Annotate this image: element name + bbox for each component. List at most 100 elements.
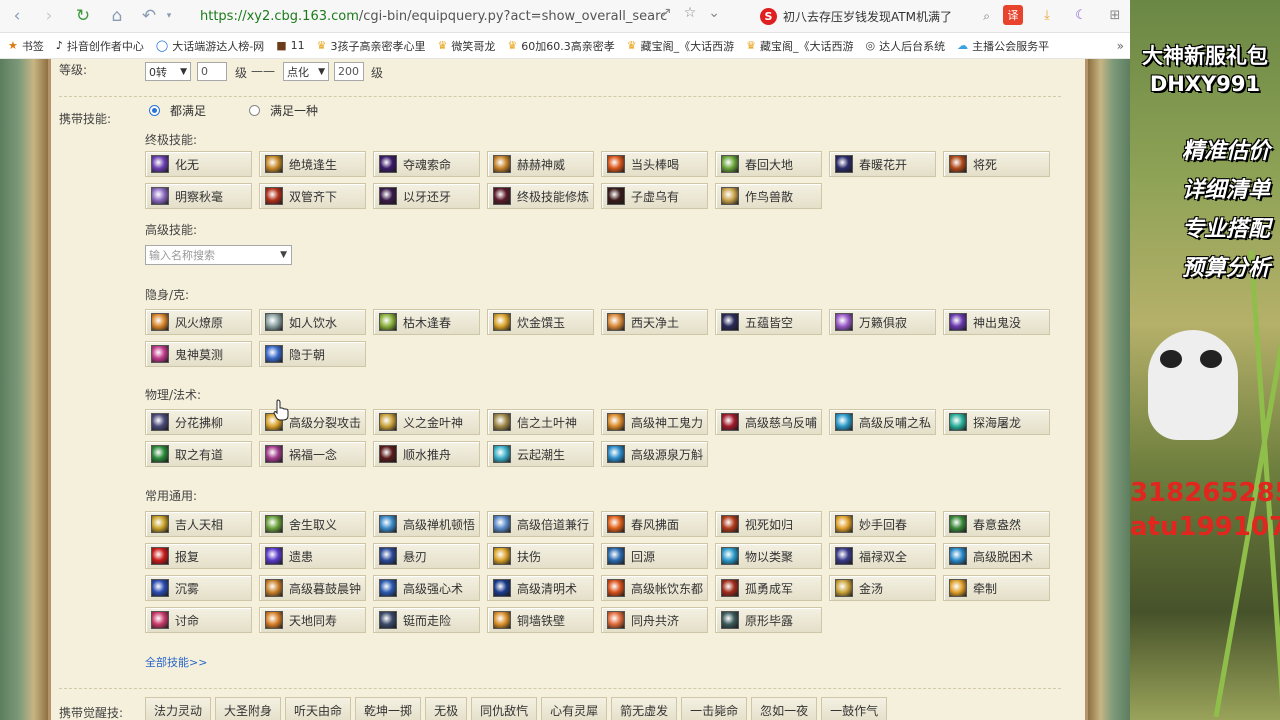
awaken-skill-button[interactable]: 箭无虚发 (611, 697, 678, 720)
skill-button[interactable]: 高级反哺之私 (829, 409, 936, 435)
bookmark-item[interactable]: ◎ 达人后台系统 (865, 38, 945, 54)
skill-button[interactable]: 春暖花开 (829, 151, 936, 177)
skill-button[interactable]: 高级脱困术 (943, 543, 1050, 569)
share-icon[interactable]: ↗ (660, 5, 672, 21)
awaken-skill-button[interactable]: 忽如一夜 (751, 697, 818, 720)
skill-button[interactable]: 隐于朝 (259, 341, 366, 367)
skill-button[interactable]: 物以类聚 (715, 543, 822, 569)
skill-button[interactable]: 顺水推舟 (373, 441, 480, 467)
skill-button[interactable]: 绝境逢生 (259, 151, 366, 177)
skill-button[interactable]: 同舟共济 (601, 607, 708, 633)
skill-button[interactable]: 高级帐饮东都 (601, 575, 708, 601)
skill-button[interactable]: 讨命 (145, 607, 252, 633)
undo-dropdown-icon[interactable]: ▾ (154, 1, 184, 31)
search-icon[interactable]: ⌕ (983, 9, 990, 24)
skill-button[interactable]: 万籁俱寂 (829, 309, 936, 335)
skill-button[interactable]: 高级强心术 (373, 575, 480, 601)
skill-button[interactable]: 子虚乌有 (601, 183, 708, 209)
skill-button[interactable]: 沉雾 (145, 575, 252, 601)
skill-button[interactable]: 神出鬼没 (943, 309, 1050, 335)
skill-button[interactable]: 悬刃 (373, 543, 480, 569)
awaken-skill-button[interactable]: 一鼓作气 (821, 697, 888, 720)
star-icon[interactable]: ☆ (684, 5, 697, 21)
bookmark-item[interactable]: ♛ 藏宝阁_《大话西游 (746, 38, 853, 54)
skill-button[interactable]: 祸福一念 (259, 441, 366, 467)
level-min-input[interactable]: 0 (197, 62, 227, 81)
match-all-radio[interactable]: 都满足 (149, 102, 206, 119)
skill-button[interactable]: 云起潮生 (487, 441, 594, 467)
skill-button[interactable]: 遗患 (259, 543, 366, 569)
skill-button[interactable]: 双管齐下 (259, 183, 366, 209)
skill-button[interactable]: 探海屠龙 (943, 409, 1050, 435)
level-max-input[interactable]: 200 (334, 62, 364, 81)
skill-button[interactable]: 高级源泉万斛 (601, 441, 708, 467)
skill-button[interactable]: 终极技能修炼 (487, 183, 594, 209)
skill-button[interactable]: 福禄双全 (829, 543, 936, 569)
skill-button[interactable]: 高级清明术 (487, 575, 594, 601)
awaken-skill-button[interactable]: 心有灵犀 (541, 697, 608, 720)
skill-button[interactable]: 扶伤 (487, 543, 594, 569)
skill-button[interactable]: 高级禅机顿悟 (373, 511, 480, 537)
awaken-skill-button[interactable]: 法力灵动 (145, 697, 212, 720)
skill-button[interactable]: 回源 (601, 543, 708, 569)
skill-button[interactable]: 炊金馔玉 (487, 309, 594, 335)
skill-button[interactable]: 风火燎原 (145, 309, 252, 335)
bookmark-item[interactable]: ☁ 主播公会服务平 (957, 38, 1049, 54)
skill-button[interactable]: 原形毕露 (715, 607, 822, 633)
skill-button[interactable]: 报复 (145, 543, 252, 569)
skill-button[interactable]: 信之土叶神 (487, 409, 594, 435)
skill-button[interactable]: 夺魂索命 (373, 151, 480, 177)
awaken-skill-button[interactable]: 乾坤一掷 (355, 697, 422, 720)
skill-button[interactable]: 铤而走险 (373, 607, 480, 633)
back-icon[interactable]: ‹ (2, 1, 32, 31)
skill-button[interactable]: 春风拂面 (601, 511, 708, 537)
home-icon[interactable]: ⌂ (102, 1, 132, 31)
skill-button[interactable]: 赫赫神威 (487, 151, 594, 177)
forward-icon[interactable]: › (34, 1, 64, 31)
skill-button[interactable]: 高级慈乌反哺 (715, 409, 822, 435)
bookmark-item[interactable]: ♛ 微笑哥龙 (437, 38, 495, 54)
skill-button[interactable]: 金汤 (829, 575, 936, 601)
skill-button[interactable]: 义之金叶神 (373, 409, 480, 435)
skill-button[interactable]: 化无 (145, 151, 252, 177)
awaken-skill-button[interactable]: 听天由命 (285, 697, 352, 720)
skill-button[interactable]: 当头棒喝 (601, 151, 708, 177)
skill-button[interactable]: 枯木逢春 (373, 309, 480, 335)
match-one-radio[interactable]: 满足一种 (249, 102, 318, 119)
awaken-skill-button[interactable]: 同仇敌忾 (471, 697, 538, 720)
awaken-skill-button[interactable]: 一击毙命 (681, 697, 748, 720)
theme-icon[interactable]: ☾ (1071, 5, 1091, 25)
skill-button[interactable]: 铜墙铁壁 (487, 607, 594, 633)
translate-icon[interactable]: 译 (1003, 5, 1023, 25)
apps-grid-icon[interactable]: ⊞ (1105, 5, 1125, 25)
skill-button[interactable]: 分花拂柳 (145, 409, 252, 435)
bookmark-item[interactable]: ♪ 抖音创作者中心 (56, 38, 144, 54)
skill-button[interactable]: 取之有道 (145, 441, 252, 467)
skill-button[interactable]: 高级倍道兼行 (487, 511, 594, 537)
bookmark-item[interactable]: ♛ 3孩子高亲密孝心里 (317, 38, 426, 54)
skill-button[interactable]: 舍生取义 (259, 511, 366, 537)
skill-button[interactable]: 明察秋毫 (145, 183, 252, 209)
skill-button[interactable]: 五蕴皆空 (715, 309, 822, 335)
search-engine-icon[interactable]: S (760, 7, 777, 25)
advanced-skill-search[interactable]: 输入名称搜索 ▼ (145, 245, 292, 265)
skill-button[interactable]: 西天净土 (601, 309, 708, 335)
skill-button[interactable]: 春回大地 (715, 151, 822, 177)
bookmark-item[interactable]: ♛ 藏宝阁_《大话西游 (627, 38, 734, 54)
skill-button[interactable]: 天地同寿 (259, 607, 366, 633)
skill-button[interactable]: 如人饮水 (259, 309, 366, 335)
stage-select[interactable]: 点化 ▼ (283, 62, 329, 81)
skill-button[interactable]: 以牙还牙 (373, 183, 480, 209)
turn-select[interactable]: 0转 ▼ (145, 62, 191, 81)
skill-button[interactable]: 吉人天相 (145, 511, 252, 537)
search-box[interactable]: S 初八去存压岁钱发现ATM机满了 ⌕ (760, 5, 990, 27)
skill-button[interactable]: 春意盎然 (943, 511, 1050, 537)
address-bar[interactable]: https://xy2.cbg.163.com/cgi-bin/equipque… (194, 5, 682, 27)
skill-button[interactable]: 作鸟兽散 (715, 183, 822, 209)
skill-button[interactable]: 妙手回春 (829, 511, 936, 537)
all-skills-link[interactable]: 全部技能>> (145, 654, 207, 670)
skill-button[interactable]: 高级暮鼓晨钟 (259, 575, 366, 601)
skill-button[interactable]: 高级神工鬼力 (601, 409, 708, 435)
chevron-down-icon[interactable]: ⌄ (708, 5, 720, 21)
skill-button[interactable]: 鬼神莫测 (145, 341, 252, 367)
